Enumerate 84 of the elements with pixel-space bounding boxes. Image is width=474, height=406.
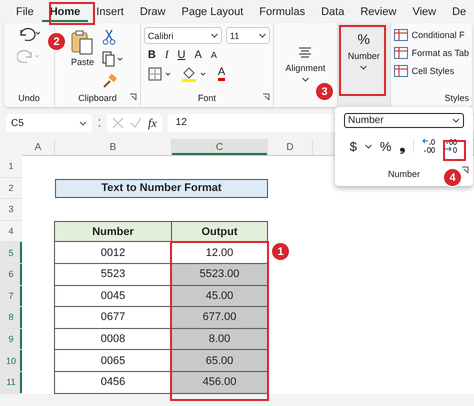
- table-cell: 0012: [54, 242, 172, 264]
- scissors-icon[interactable]: [102, 29, 116, 45]
- menu-tab[interactable]: De: [444, 2, 474, 22]
- table-cell: 45.00: [171, 286, 268, 308]
- dialog-launcher-icon[interactable]: [461, 166, 469, 174]
- increase-decimal-icon[interactable]: [422, 138, 436, 154]
- row-header[interactable]: 9: [0, 328, 22, 350]
- table-grid-icon: [394, 29, 408, 41]
- borders-icon[interactable]: [148, 67, 172, 81]
- column-header[interactable]: B: [55, 139, 172, 156]
- menu-tab[interactable]: File: [8, 2, 42, 22]
- number-format-dropdown[interactable]: Number: [344, 113, 464, 128]
- row-header[interactable]: 10: [0, 350, 22, 372]
- caret-icon: [452, 118, 460, 123]
- row-header[interactable]: 2: [0, 178, 22, 200]
- row-header[interactable]: 4: [0, 220, 22, 242]
- column-header[interactable]: A: [22, 139, 55, 156]
- dialog-launcher-icon[interactable]: [262, 93, 270, 101]
- comma-style-button[interactable]: ❟: [399, 138, 406, 154]
- insert-function-button[interactable]: fx: [148, 116, 157, 130]
- styles-menu-item[interactable]: Conditional F: [394, 29, 469, 41]
- bold-button[interactable]: B: [148, 49, 156, 61]
- copy-icon[interactable]: [102, 51, 124, 67]
- column-header[interactable]: C: [172, 139, 268, 156]
- group-label: Undo: [18, 93, 40, 105]
- table-cell: 65.00: [171, 350, 268, 372]
- row-header[interactable]: 11: [0, 372, 22, 394]
- table-cell: 8.00: [171, 328, 268, 350]
- font-name-dropdown[interactable]: Calibri: [144, 27, 222, 44]
- caret-icon: [210, 33, 218, 38]
- column-header[interactable]: D: [268, 139, 313, 156]
- group-label: Clipboard: [78, 93, 117, 105]
- caret-icon: [360, 65, 368, 70]
- group-label: Font: [198, 93, 216, 105]
- row-header[interactable]: 1: [0, 156, 22, 178]
- menu-tab[interactable]: Review: [352, 2, 404, 22]
- menu-tab[interactable]: Home: [42, 2, 88, 22]
- align-center-icon: [298, 46, 312, 58]
- percent-button[interactable]: %: [380, 138, 392, 154]
- column-heading: Output: [171, 220, 268, 242]
- row-header[interactable]: 3: [0, 199, 22, 221]
- column-heading: Number: [54, 220, 172, 242]
- underline-button[interactable]: U: [178, 49, 186, 61]
- row-header[interactable]: 5: [0, 242, 22, 264]
- italic-button[interactable]: I: [164, 49, 169, 61]
- format-painter-icon[interactable]: [102, 73, 118, 89]
- clipboard-icon: [70, 29, 94, 55]
- menu-tab[interactable]: Insert: [88, 2, 132, 22]
- more-icon: [98, 118, 101, 128]
- caret-icon: [302, 76, 309, 82]
- currency-button[interactable]: $: [350, 138, 357, 154]
- menu-tab[interactable]: Formulas: [251, 2, 314, 22]
- styles-menu-item[interactable]: Cell Styles: [394, 65, 469, 77]
- decrease-font-button[interactable]: A: [210, 50, 217, 60]
- check-icon[interactable]: [130, 117, 142, 129]
- highlight-frame: [443, 140, 466, 161]
- font-size-dropdown[interactable]: 11: [226, 27, 270, 44]
- table-grid-icon: [394, 65, 408, 77]
- table-cell: 456.00: [171, 372, 268, 394]
- row-header[interactable]: 8: [0, 307, 22, 329]
- menu-tab[interactable]: Data: [313, 2, 352, 22]
- alignment-button[interactable]: Alignment: [283, 44, 328, 82]
- styles-menu-item[interactable]: Format as Tab: [394, 47, 469, 59]
- menu-tab[interactable]: Draw: [132, 2, 174, 22]
- increase-font-button[interactable]: A: [194, 49, 202, 61]
- row-header[interactable]: 7: [0, 286, 22, 308]
- table-grid-icon: [394, 47, 408, 59]
- name-box[interactable]: C5: [6, 114, 92, 132]
- group-label: Styles: [444, 93, 469, 105]
- menu-tab[interactable]: View: [404, 2, 444, 22]
- row-header[interactable]: 6: [0, 264, 22, 286]
- table-cell: 677.00: [171, 307, 268, 329]
- dialog-launcher-icon[interactable]: [128, 93, 137, 101]
- decrease-decimal-icon[interactable]: [444, 138, 458, 154]
- group-label: Number: [388, 169, 420, 179]
- caret-icon[interactable]: [364, 144, 372, 148]
- paste-button[interactable]: Paste: [70, 27, 94, 93]
- menu-tab[interactable]: Page Layout: [173, 2, 252, 22]
- table-cell: 5523.00: [171, 264, 268, 286]
- font-color-button[interactable]: A: [218, 67, 226, 81]
- highlight-frame: [339, 25, 386, 96]
- highlight-frame: [49, 2, 95, 25]
- table-title: Text to Number Format: [55, 178, 268, 198]
- caret-icon: [258, 33, 266, 38]
